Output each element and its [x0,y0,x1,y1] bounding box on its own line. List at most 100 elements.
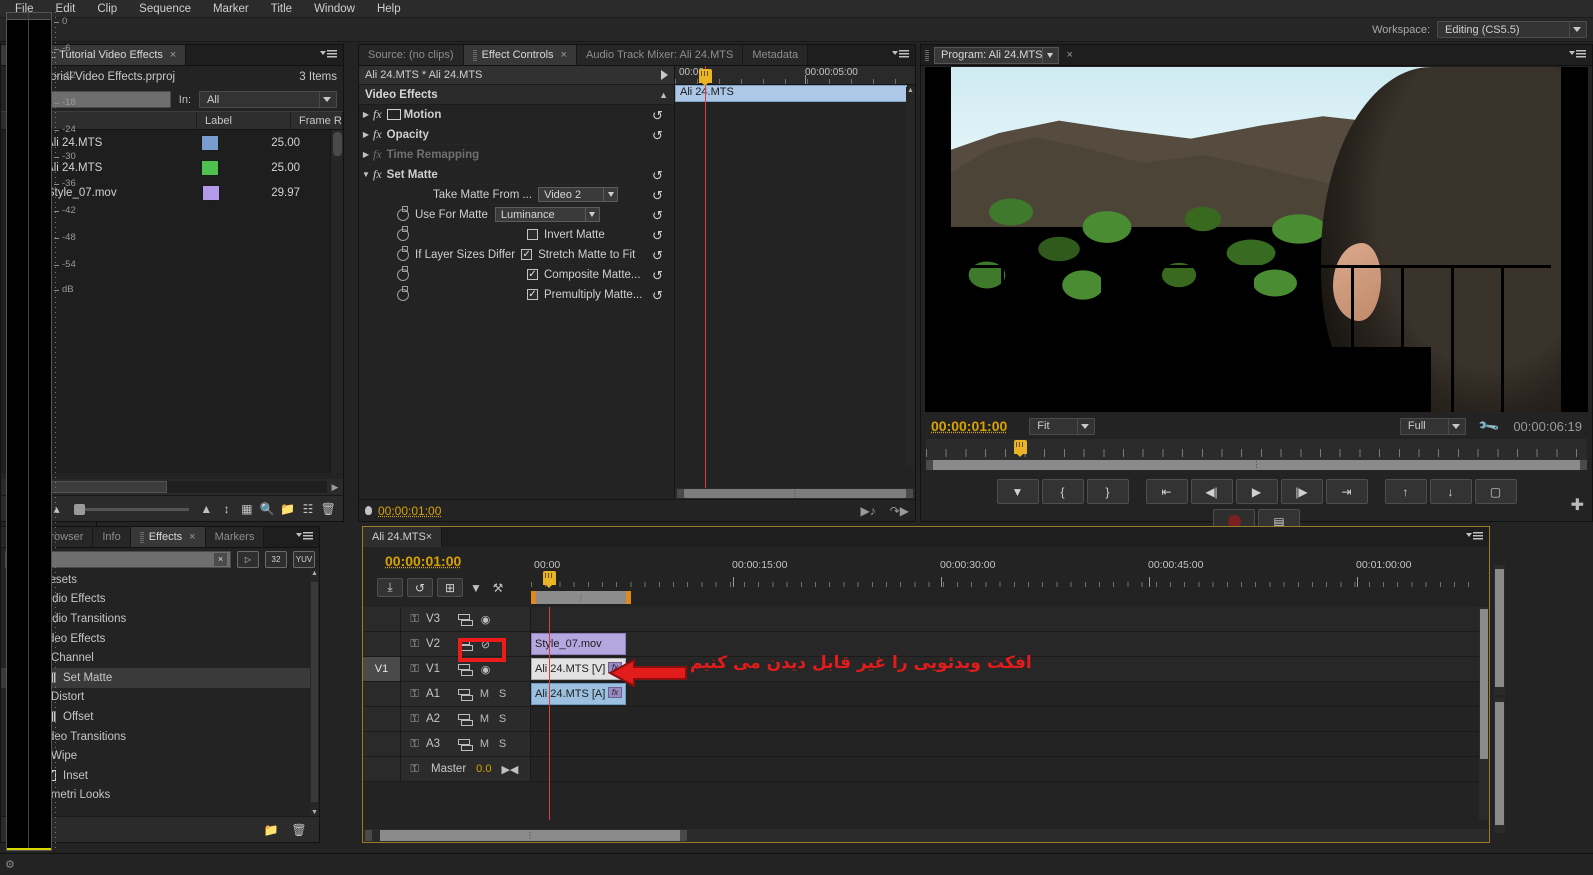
scrollbar-thumb[interactable] [1495,702,1504,825]
scrollbar-thumb[interactable] [311,582,318,802]
effect-row-set-matte[interactable]: ▼ fx Set Matte ↺ [359,165,674,185]
side-scrollbar-upper[interactable] [1494,565,1505,695]
lock-icon[interactable]: ⚿ [408,688,421,701]
timeline-current-timecode[interactable]: 00:00:01:00 [385,553,461,569]
stopwatch-icon[interactable] [397,265,409,281]
reset-icon[interactable]: ↺ [652,188,666,203]
param-row-use-for-matte[interactable]: Use For Matte Luminance ↺ [359,205,674,225]
ec-horizontal-scrollbar[interactable]: ⋮ [675,488,915,499]
current-time-indicator[interactable] [1014,440,1027,457]
lock-icon[interactable]: ⚿ [408,663,421,676]
scroll-up-icon[interactable]: ▲ [310,570,319,577]
sync-lock-icon[interactable] [458,613,473,626]
lock-icon[interactable]: ⚿ [408,713,421,726]
label-color-swatch[interactable] [201,134,220,151]
mark-out-button[interactable]: } [1086,479,1129,504]
project-in-selector[interactable]: All [199,91,337,108]
close-icon[interactable]: × [189,531,195,543]
reset-icon[interactable]: ↺ [652,168,666,183]
panel-menu-icon[interactable] [320,49,337,61]
stopwatch-icon[interactable] [397,205,409,221]
effect-controls-clip-band[interactable]: Ali 24.MTS [675,85,907,102]
track-header-v2[interactable]: ⚿ V2 ⊘ [401,632,531,656]
scrollbar-right-handle[interactable] [680,830,687,841]
side-scrollbar-lower[interactable] [1494,698,1505,833]
accelerated-effect-icon[interactable]: ▷ [237,550,259,568]
effect-row-opacity[interactable]: ▶ fx Opacity ↺ [359,125,674,145]
label-color-swatch[interactable] [201,159,220,176]
sort-icon[interactable]: ↕ [218,500,235,518]
sync-lock-icon[interactable] [458,688,473,701]
lock-icon[interactable]: ⚿ [408,738,421,751]
param-row-stretch-matte[interactable]: If Layer Sizes Differ ✓ Stretch Matte to… [359,245,674,265]
add-marker-button[interactable]: ⊞ [437,578,463,597]
eye-open-icon[interactable]: ◉ [478,663,493,676]
play-stop-button[interactable]: ▶ [1235,479,1278,504]
menu-sequence[interactable]: Sequence [128,0,202,18]
work-area-bar[interactable]: ⋮ [531,591,631,604]
effect-controls-timecode[interactable]: 00:00:01:00 [378,504,441,518]
zoom-in-icon[interactable]: ▲ [198,500,215,518]
marker-icon[interactable]: ▼ [467,578,485,597]
program-scrollbar[interactable]: ⋮ [926,459,1587,470]
chevron-right-icon[interactable] [661,70,668,80]
eye-closed-icon[interactable]: ⊘ [478,638,493,651]
ec-vertical-scrollbar[interactable]: ▲ [906,87,915,466]
effects-vertical-scrollbar[interactable]: ▲ ▼ [310,570,319,816]
mark-in-button[interactable]: { [1041,479,1084,504]
track-header-a1[interactable]: ⚿ A1 M S [401,682,531,706]
param-row-composite-matte[interactable]: ✓ Composite Matte... ↺ [359,265,674,285]
automate-to-sequence-icon[interactable]: ▦ [238,500,255,518]
scrollbar-left-handle[interactable] [365,830,372,841]
new-custom-bin-icon[interactable]: 📁 [261,821,281,839]
solo-button[interactable]: S [496,738,509,750]
param-row-premultiply-matte[interactable]: ✓ Premultiply Matte... ↺ [359,285,674,305]
play-audio-icon[interactable]: ▶♪ [860,504,875,518]
go-to-out-button[interactable]: ⇥ [1325,479,1368,504]
scrollbar-thumb[interactable] [1495,569,1504,687]
timeline-clip[interactable]: Style_07.mov [531,633,626,655]
audio-meter-display[interactable] [6,12,52,851]
zoom-level-selector[interactable]: Fit [1029,417,1096,435]
track-header-v3[interactable]: ⚿ V3 ◉ [401,607,531,631]
track-header-a3[interactable]: ⚿ A3 M S [401,732,531,756]
menu-marker[interactable]: Marker [202,0,260,18]
source-track-indicator[interactable]: V1 [363,657,401,681]
tab-audio-track-mixer[interactable]: Audio Track Mixer: Ali 24.MTS [576,45,744,65]
track-header-v1[interactable]: ⚿ V1 ◉ [401,657,531,681]
close-icon[interactable]: × [561,49,567,61]
effect-row-time-remapping[interactable]: ▶ fx Time Remapping [359,145,674,165]
lock-icon[interactable]: ⚿ [408,763,421,776]
scrollbar-left-handle[interactable] [926,459,933,470]
tab-effects[interactable]: Effects × [130,527,206,547]
use-for-matte-selector[interactable]: Luminance [494,207,600,222]
source-track-indicator[interactable] [363,632,401,656]
chevron-down-icon[interactable]: ▼ [359,170,373,179]
column-header-label[interactable]: Label [197,112,291,129]
chevron-right-icon[interactable]: ▶ [359,110,373,119]
loop-playback-icon[interactable]: ↷▶ [890,504,909,518]
tab-effect-controls[interactable]: Effect Controls × [463,45,577,65]
chevron-right-icon[interactable]: ▶ [359,130,373,139]
scrollbar-thumb[interactable]: ⋮ [380,830,680,841]
reset-icon[interactable]: ↺ [652,208,666,223]
playback-quality-selector[interactable]: Full [1399,417,1466,435]
scrollbar-thumb[interactable]: ⋮ [933,459,1580,470]
menu-title[interactable]: Title [260,0,303,18]
lock-icon[interactable]: ⚿ [408,613,421,626]
column-header-frame-rate[interactable]: Frame R [291,112,343,129]
mute-button[interactable]: M [478,713,491,725]
video-effects-section-header[interactable]: Video Effects ▲ [359,85,674,105]
32-bit-color-icon[interactable]: 32 [265,550,287,568]
current-time-indicator[interactable] [543,571,556,588]
track-lane-v3[interactable] [531,607,1489,631]
program-video-display[interactable] [925,67,1588,412]
composite-matte-checkbox[interactable]: ✓ [527,269,538,280]
current-time-indicator[interactable] [699,69,712,86]
scroll-right-icon[interactable]: ▶ [327,482,343,493]
sync-lock-icon[interactable] [458,738,473,751]
track-lane-a2[interactable] [531,707,1489,731]
tab-metadata[interactable]: Metadata [743,45,809,65]
label-color-swatch[interactable] [201,184,220,201]
source-track-indicator[interactable] [363,732,401,756]
